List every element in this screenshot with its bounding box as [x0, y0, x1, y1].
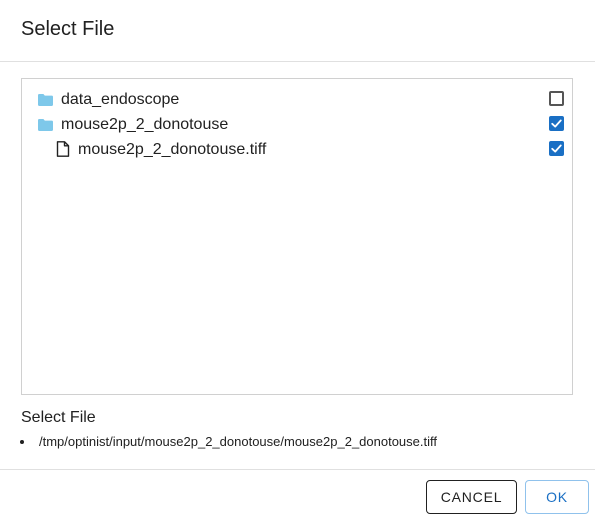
selected-file-path-text: /tmp/optinist/input/mouse2p_2_donotouse/…	[39, 434, 437, 449]
tree-item-mouse2p-folder[interactable]: mouse2p_2_donotouse	[22, 113, 572, 137]
selected-file-path: /tmp/optinist/input/mouse2p_2_donotouse/…	[20, 433, 437, 451]
selected-files-heading: Select File	[21, 409, 96, 426]
file-icon	[56, 141, 70, 157]
folder-icon	[38, 94, 53, 106]
tree-item-checkbox[interactable]	[549, 116, 564, 131]
tree-item-checkbox[interactable]	[549, 91, 564, 106]
ok-button[interactable]: OK	[525, 480, 589, 514]
divider	[0, 61, 595, 62]
file-tree: data_endoscope mouse2p_2_donotouse mouse…	[21, 78, 573, 395]
tree-item-mouse2p-tiff[interactable]: mouse2p_2_donotouse.tiff	[22, 138, 572, 162]
select-file-dialog: Select File data_endoscope mouse2p_2_don…	[0, 0, 595, 520]
cancel-button[interactable]: CANCEL	[426, 480, 517, 514]
tree-item-data-endoscope[interactable]: data_endoscope	[22, 88, 572, 112]
tree-item-checkbox[interactable]	[549, 141, 564, 156]
folder-icon	[38, 119, 53, 131]
bullet-icon	[20, 439, 24, 444]
checkmark-icon	[551, 119, 562, 128]
divider	[0, 469, 595, 470]
checkmark-icon	[551, 144, 562, 153]
tree-item-label: mouse2p_2_donotouse	[61, 116, 229, 133]
dialog-title: Select File	[21, 18, 115, 40]
tree-item-label: mouse2p_2_donotouse.tiff	[78, 141, 267, 158]
tree-item-label: data_endoscope	[61, 91, 180, 108]
